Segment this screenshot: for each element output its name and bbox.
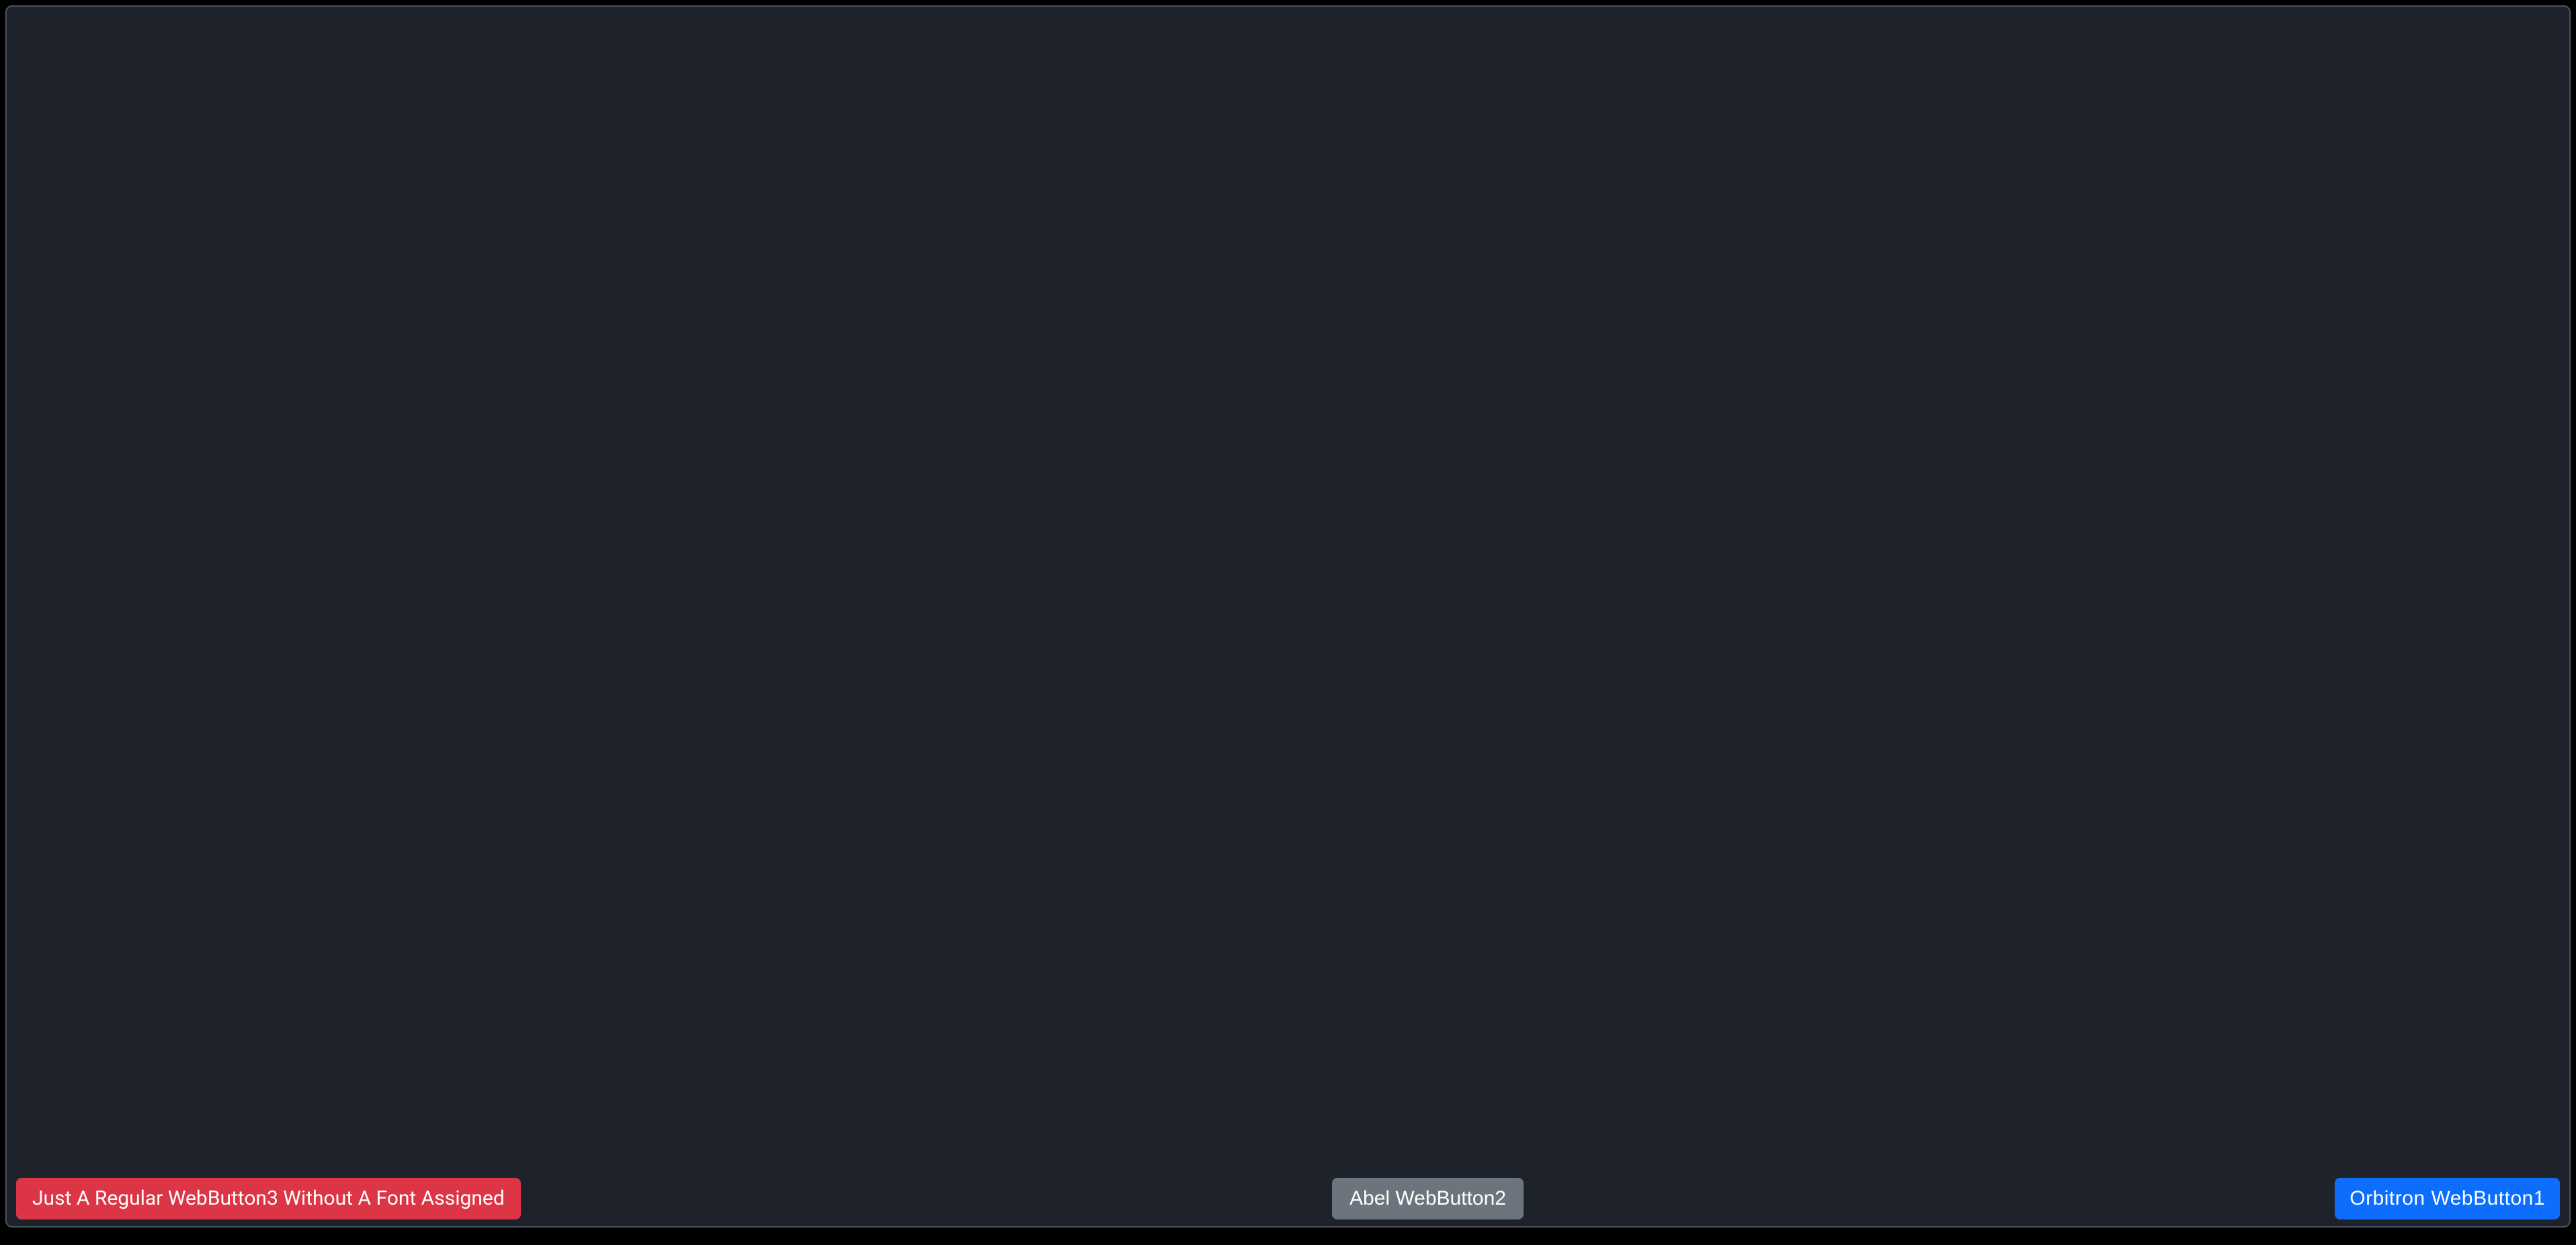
webbutton2[interactable]: Abel WebButton2 (1332, 1178, 1524, 1219)
button-row: Just A Regular WebButton3 Without A Font… (7, 1178, 2569, 1219)
webbutton3[interactable]: Just A Regular WebButton3 Without A Font… (16, 1178, 521, 1219)
main-panel: Just A Regular WebButton3 Without A Font… (5, 5, 2571, 1228)
webbutton1[interactable]: Orbitron WebButton1 (2335, 1178, 2560, 1219)
